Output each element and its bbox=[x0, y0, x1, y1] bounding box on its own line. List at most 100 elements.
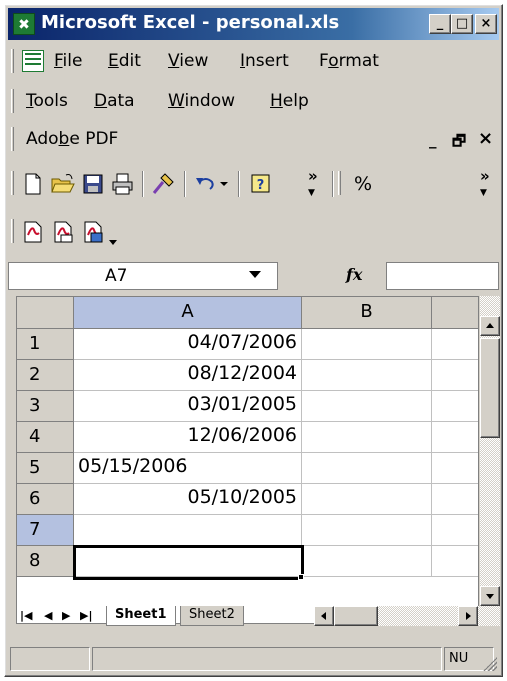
convert-to-pdf-icon[interactable] bbox=[20, 219, 46, 245]
scroll-left-button[interactable] bbox=[314, 606, 334, 626]
fill-handle[interactable] bbox=[298, 574, 304, 580]
cell-c[interactable] bbox=[432, 484, 478, 515]
scroll-up-button[interactable] bbox=[480, 316, 500, 336]
toolbar-overflow-icon[interactable]: » ▼ bbox=[308, 169, 318, 200]
close-button[interactable]: × bbox=[475, 14, 497, 34]
cell-c[interactable] bbox=[432, 391, 478, 422]
menu-view[interactable]: View bbox=[168, 51, 208, 71]
cell-c[interactable] bbox=[432, 360, 478, 391]
name-box[interactable]: A7 bbox=[8, 262, 278, 290]
undo-icon[interactable] bbox=[192, 171, 218, 197]
cell-b[interactable] bbox=[302, 484, 432, 515]
pdf-toolbar bbox=[8, 213, 499, 251]
resize-grip-icon[interactable] bbox=[483, 657, 497, 671]
status-panel bbox=[92, 647, 442, 671]
formula-input[interactable] bbox=[386, 262, 499, 290]
select-all-corner[interactable] bbox=[17, 297, 74, 329]
row-header[interactable]: 8 bbox=[17, 546, 74, 577]
cell-b[interactable] bbox=[302, 360, 432, 391]
toolbar-grip[interactable] bbox=[11, 219, 14, 243]
row-header[interactable]: 3 bbox=[17, 391, 74, 422]
scroll-down-button[interactable] bbox=[480, 586, 500, 606]
toolbar-grip[interactable] bbox=[11, 171, 14, 195]
save-icon[interactable] bbox=[80, 171, 106, 197]
help-icon[interactable]: ? bbox=[248, 171, 274, 197]
open-folder-icon[interactable] bbox=[50, 171, 76, 197]
row-header[interactable]: 7 bbox=[17, 515, 74, 546]
cell-b[interactable] bbox=[302, 515, 432, 546]
doc-close-button[interactable]: × bbox=[478, 128, 493, 149]
cell-c[interactable] bbox=[432, 453, 478, 484]
menu-format[interactable]: Format bbox=[319, 51, 379, 71]
convert-and-email-icon[interactable] bbox=[50, 219, 76, 245]
cell-b[interactable] bbox=[302, 422, 432, 453]
menu-data[interactable]: Data bbox=[94, 91, 135, 111]
scroll-right-button[interactable] bbox=[458, 606, 478, 626]
toolbar-grip[interactable] bbox=[338, 171, 341, 195]
excel-app-icon[interactable] bbox=[13, 13, 35, 35]
format-painter-icon[interactable] bbox=[150, 171, 176, 197]
toolbar-grip[interactable] bbox=[11, 127, 14, 151]
title-bar[interactable]: Microsoft Excel - personal.xls _ □ × bbox=[8, 8, 499, 40]
cell-a[interactable]: 12/06/2006 bbox=[74, 422, 302, 453]
row-header[interactable]: 2 bbox=[17, 360, 74, 391]
formatting-overflow-icon[interactable]: » ▼ bbox=[480, 169, 490, 200]
sheet-tab-sheet1[interactable]: Sheet1 bbox=[106, 606, 176, 626]
column-header-a[interactable]: A bbox=[74, 297, 302, 329]
cell-a[interactable]: 03/01/2005 bbox=[74, 391, 302, 422]
restore-button[interactable]: □ bbox=[451, 14, 473, 34]
prev-sheet-icon[interactable]: ◀ bbox=[44, 609, 52, 622]
insert-function-fx-icon[interactable]: fx bbox=[346, 265, 362, 284]
cell-c[interactable] bbox=[432, 422, 478, 453]
print-icon[interactable] bbox=[110, 171, 136, 197]
sheet-tab-sheet2[interactable]: Sheet2 bbox=[180, 606, 244, 626]
menu-file[interactable]: File bbox=[54, 51, 82, 71]
undo-dropdown-chevron-down-icon[interactable] bbox=[216, 171, 232, 197]
cell-a[interactable] bbox=[74, 515, 302, 546]
cell-c[interactable] bbox=[432, 515, 478, 546]
cell-b[interactable] bbox=[302, 391, 432, 422]
cell-b[interactable] bbox=[302, 453, 432, 484]
menu-edit[interactable]: Edit bbox=[108, 51, 141, 71]
menu-adobe-pdf[interactable]: Adobe PDF bbox=[26, 129, 118, 149]
row-header[interactable]: 5 bbox=[17, 453, 74, 484]
worksheet-grid[interactable]: A B 1 04/07/2006 2 08/12/2004 3 03/01/2005 4 12… bbox=[16, 296, 479, 624]
percent-style-button[interactable]: % bbox=[350, 171, 376, 197]
cell-a[interactable]: 08/12/2004 bbox=[74, 360, 302, 391]
menu-help[interactable]: Help bbox=[270, 91, 309, 111]
row-header[interactable]: 6 bbox=[17, 484, 74, 515]
cell-c[interactable] bbox=[432, 329, 478, 360]
cell-a[interactable]: 04/07/2006 bbox=[74, 329, 302, 360]
new-document-icon[interactable] bbox=[20, 171, 46, 197]
name-box-chevron-down-icon[interactable] bbox=[249, 271, 261, 278]
menu-window[interactable]: Window bbox=[168, 91, 235, 111]
pdf-toolbar-chevron-down-icon[interactable] bbox=[106, 229, 120, 255]
next-sheet-icon[interactable]: ▶ bbox=[62, 609, 70, 622]
column-header-c[interactable] bbox=[432, 297, 478, 329]
formula-bar: A7 fx bbox=[8, 260, 499, 292]
cell-a[interactable]: 05/10/2005 bbox=[74, 484, 302, 515]
cell-a[interactable]: 05/15/2006 bbox=[74, 453, 302, 484]
cell-b[interactable] bbox=[302, 329, 432, 360]
doc-restore-button[interactable]: 🗗 bbox=[452, 131, 466, 156]
vertical-scroll-thumb[interactable] bbox=[480, 338, 500, 438]
row-header[interactable]: 1 bbox=[17, 329, 74, 360]
row-header[interactable]: 4 bbox=[17, 422, 74, 453]
toolbar-grip[interactable] bbox=[11, 89, 14, 113]
doc-minimize-button[interactable]: _ bbox=[429, 131, 437, 149]
convert-and-review-icon[interactable] bbox=[80, 219, 106, 245]
horizontal-scroll-thumb[interactable] bbox=[334, 606, 378, 626]
cell-b[interactable] bbox=[302, 546, 432, 577]
vertical-scrollbar[interactable] bbox=[480, 296, 500, 606]
first-sheet-icon[interactable]: |◀ bbox=[20, 609, 32, 622]
workbook-icon[interactable] bbox=[22, 50, 44, 72]
menu-insert[interactable]: Insert bbox=[240, 51, 289, 71]
horizontal-scrollbar[interactable] bbox=[314, 606, 500, 626]
last-sheet-icon[interactable]: ▶| bbox=[80, 609, 92, 622]
toolbar-grip[interactable] bbox=[11, 49, 14, 73]
cell-c[interactable] bbox=[432, 546, 478, 577]
active-cell-border bbox=[73, 545, 304, 580]
column-header-b[interactable]: B bbox=[302, 297, 432, 329]
menu-tools[interactable]: Tools bbox=[26, 91, 68, 111]
minimize-button[interactable]: _ bbox=[429, 14, 451, 34]
